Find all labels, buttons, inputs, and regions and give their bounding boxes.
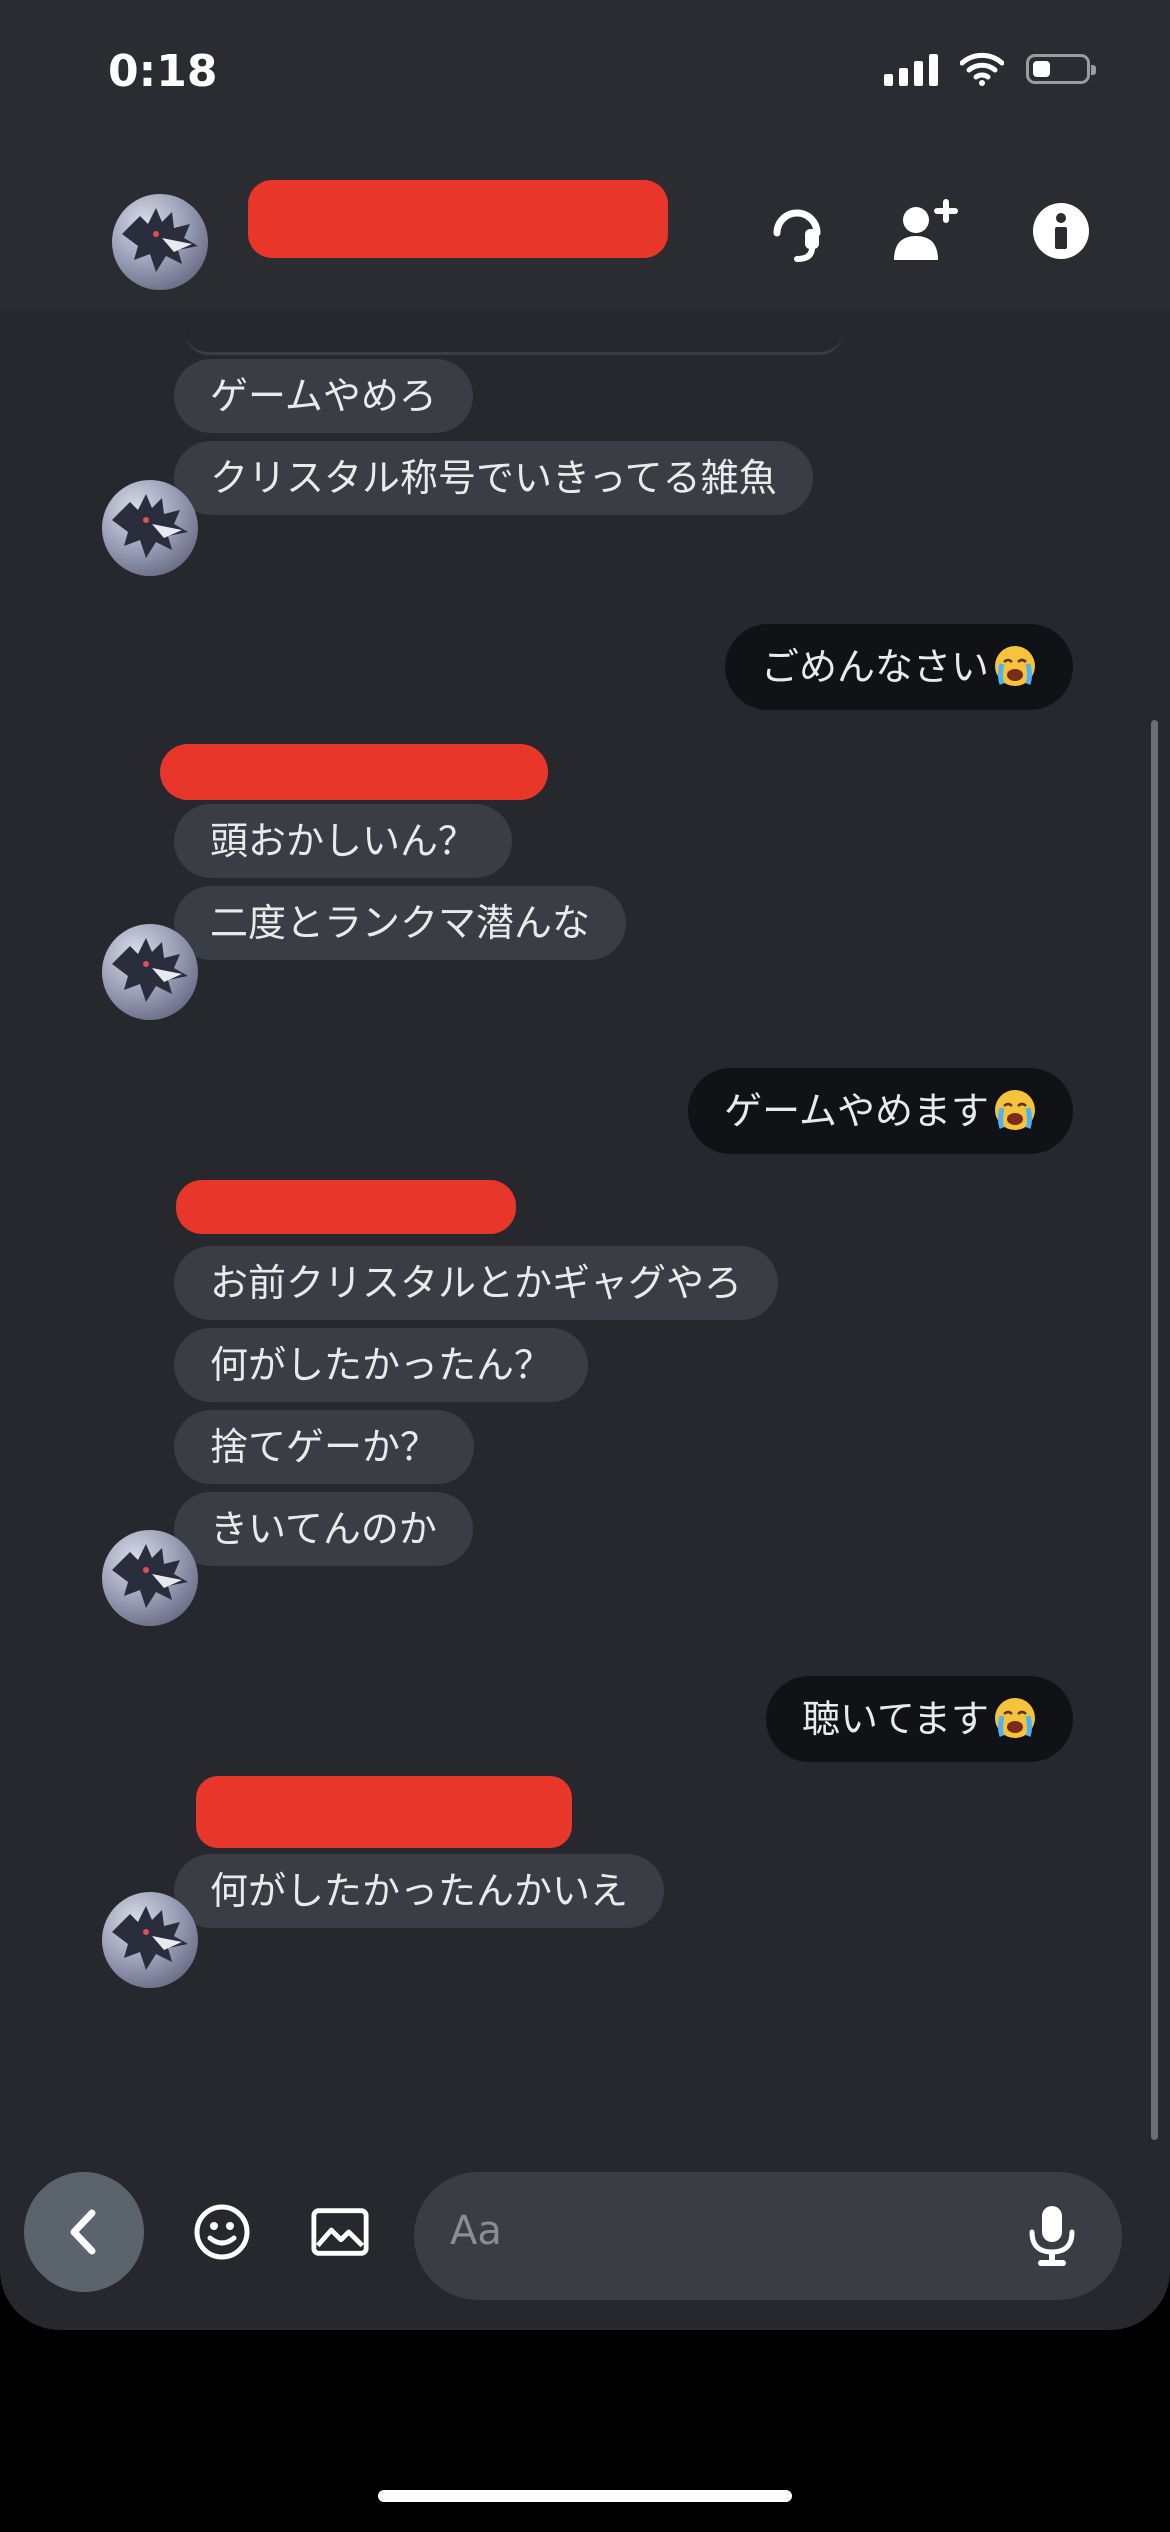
crying-face-icon xyxy=(993,632,1037,686)
incoming-message[interactable]: きいてんのか xyxy=(174,1492,473,1566)
incoming-message[interactable]: 二度とランクマ潜んな xyxy=(174,886,627,960)
status-icons xyxy=(884,52,1096,86)
emoji-icon[interactable] xyxy=(192,2202,252,2262)
dragon-avatar-icon[interactable] xyxy=(102,1892,198,1988)
incoming-message[interactable]: クリスタル称号でいきってる雑魚 xyxy=(174,441,813,515)
microphone-icon[interactable] xyxy=(1022,2204,1082,2268)
message-text: ごめんなさい xyxy=(760,645,989,689)
composer-bar: Aa xyxy=(0,2150,1170,2330)
input-placeholder: Aa xyxy=(450,2208,502,2254)
redacted-username xyxy=(176,1180,516,1234)
dragon-avatar-icon[interactable] xyxy=(102,480,198,576)
redacted-username xyxy=(160,744,548,800)
chat-header: 0:18 xyxy=(0,0,1170,310)
outgoing-message[interactable]: ごめんなさい xyxy=(724,624,1073,710)
cellular-signal-icon xyxy=(884,52,938,86)
chat-screen: 0:18 ゲームやめろ クリスタル称号でいきってる雑魚 ごめんなさい 頭おかしい… xyxy=(0,0,1170,2330)
status-time: 0:18 xyxy=(108,46,218,97)
image-gallery-icon[interactable] xyxy=(310,2202,370,2262)
headset-icon[interactable] xyxy=(762,196,832,266)
incoming-message[interactable]: お前クリスタルとかギャグやろ xyxy=(174,1246,779,1320)
battery-icon xyxy=(1026,54,1096,84)
scrollbar[interactable] xyxy=(1151,720,1158,2140)
dragon-avatar-icon[interactable] xyxy=(112,194,208,290)
back-button[interactable] xyxy=(24,2172,144,2292)
crying-face-icon xyxy=(993,1684,1037,1738)
info-icon[interactable] xyxy=(1026,196,1096,266)
message-text: 聴いてます xyxy=(802,1697,989,1741)
outgoing-message[interactable]: 聴いてます xyxy=(766,1676,1073,1762)
incoming-message[interactable]: ゲームやめろ xyxy=(174,359,473,433)
redacted-username xyxy=(248,180,668,258)
crying-face-icon xyxy=(993,1076,1037,1130)
dragon-avatar-icon[interactable] xyxy=(102,1530,198,1626)
wifi-icon xyxy=(960,52,1004,86)
incoming-message[interactable]: 何がしたかったん？ xyxy=(174,1328,589,1402)
home-indicator[interactable] xyxy=(378,2490,792,2502)
incoming-message[interactable]: 頭おかしいん？ xyxy=(174,804,513,878)
outgoing-message[interactable]: ゲームやめます xyxy=(688,1068,1073,1154)
message-input[interactable]: Aa xyxy=(414,2172,1122,2300)
dragon-avatar-icon[interactable] xyxy=(102,924,198,1020)
add-friend-icon[interactable] xyxy=(890,196,960,266)
incoming-message[interactable]: 捨てゲーか？ xyxy=(174,1410,475,1484)
previous-bubble-edge xyxy=(184,330,844,355)
incoming-message[interactable]: 何がしたかったんかいえ xyxy=(174,1854,665,1928)
chevron-left-icon xyxy=(70,2209,96,2255)
redacted-username xyxy=(196,1776,572,1848)
message-text: ゲームやめます xyxy=(724,1089,989,1133)
